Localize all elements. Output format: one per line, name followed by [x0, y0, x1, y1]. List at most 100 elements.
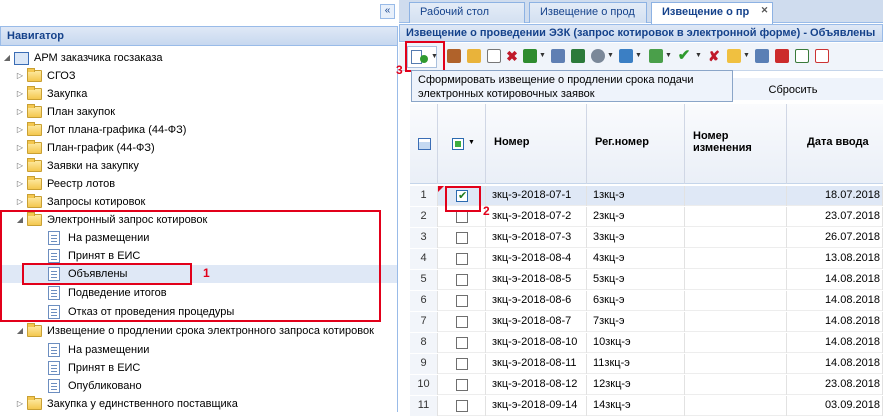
folder-icon [27, 323, 42, 337]
tree-node[interactable]: ◢ АРМ заказчика госзаказа [0, 49, 397, 67]
approve-document-icon[interactable] [523, 49, 537, 63]
tree-node[interactable]: ▷ План закупок [0, 103, 397, 121]
expanded-arrow-icon[interactable]: ◢ [15, 322, 25, 340]
row-checkbox[interactable] [456, 316, 468, 328]
cell-change-number [685, 270, 787, 290]
reject-icon[interactable]: ✘ [707, 49, 721, 63]
tree-node-label: Принят в ЕИС [68, 362, 141, 374]
expanded-arrow-icon[interactable]: ◢ [2, 49, 12, 67]
row-checkbox[interactable] [456, 358, 468, 370]
send-icon[interactable] [649, 49, 663, 63]
dropdown-arrow-icon[interactable]: ▼ [695, 52, 702, 59]
column-chooser[interactable] [410, 104, 438, 184]
row-checkbox[interactable] [456, 295, 468, 307]
table-row[interactable]: 10 зкц-э-2018-08-12 12зкц-э 23.08.2018 [410, 375, 883, 395]
table-row[interactable]: 9 зкц-э-2018-08-11 11зкц-э 14.08.2018 [410, 354, 883, 374]
excel-icon[interactable] [571, 49, 585, 63]
tree-node[interactable]: ▷ Запросы котировок [0, 193, 397, 211]
dropdown-arrow-icon[interactable]: ▼ [743, 52, 750, 59]
toolbar: ▼ ✖ ▼ ▼ ▼ ▼ ✔ ▼ ✘ ▼ [399, 43, 883, 71]
reset-button[interactable]: Сбросить [733, 80, 853, 100]
signed-document-icon[interactable] [795, 49, 809, 63]
tree-node-label: Запросы котировок [47, 196, 146, 208]
tree-node[interactable]: Принят в ЕИС [0, 359, 397, 377]
row-checkbox[interactable] [456, 400, 468, 412]
collapse-left-icon[interactable]: « [380, 4, 395, 19]
tree-node[interactable]: На размещении [0, 341, 397, 359]
select-all-header[interactable]: ▼ [438, 104, 486, 184]
tree-node[interactable]: Опубликовано [0, 377, 397, 395]
collapsed-arrow-icon[interactable]: ▷ [15, 157, 25, 175]
collapsed-arrow-icon[interactable]: ▷ [15, 121, 25, 139]
annotation-number-3: 3 [396, 63, 403, 77]
delete-icon[interactable]: ✖ [505, 49, 519, 63]
dropdown-arrow-icon[interactable]: ▼ [539, 52, 546, 59]
tab-quotation-notice[interactable]: Извещение о пр ✕ [651, 2, 773, 24]
annotation-number-2: 2 [483, 204, 490, 218]
collapsed-arrow-icon[interactable]: ▷ [15, 85, 25, 103]
tree-node[interactable]: ▷ СГОЗ [0, 67, 397, 85]
edit-icon[interactable] [467, 49, 481, 63]
cell-number: зкц-э-2018-07-2 [486, 207, 587, 227]
check-icon[interactable]: ✔ [677, 48, 691, 63]
dropdown-arrow-icon[interactable]: ▼ [607, 52, 614, 59]
dropdown-arrow-icon[interactable]: ▼ [468, 139, 475, 146]
cell-reg-number: 7зкц-э [587, 312, 685, 332]
close-icon[interactable]: ✕ [759, 5, 770, 16]
navigator-title: Навигатор [0, 26, 398, 46]
collapsed-arrow-icon[interactable]: ▷ [15, 103, 25, 121]
table-row[interactable]: 3 зкц-э-2018-07-3 3зкц-э 26.07.2018 [410, 228, 883, 248]
collapsed-arrow-icon[interactable]: ▷ [15, 193, 25, 211]
collapsed-arrow-icon[interactable]: ▷ [15, 67, 25, 85]
select-all-checkbox[interactable] [452, 138, 464, 150]
table-row[interactable]: 5 зкц-э-2018-08-5 5зкц-э 14.08.2018 [410, 270, 883, 290]
tree-node-label: Заявки на закупку [47, 160, 139, 172]
tree-node[interactable]: ▷ План-график (44-ФЗ) [0, 139, 397, 157]
dropdown-arrow-icon[interactable]: ▼ [635, 52, 642, 59]
cell-number: зкц-э-2018-08-7 [486, 312, 587, 332]
collapsed-arrow-icon[interactable]: ▷ [15, 395, 25, 413]
column-change-number[interactable]: Номер изменения [685, 104, 787, 184]
cancel-document-icon[interactable] [815, 49, 829, 63]
column-reg-number[interactable]: Рег.номер [587, 104, 685, 184]
table-row[interactable]: 6 зкц-э-2018-08-6 6зкц-э 14.08.2018 [410, 291, 883, 311]
collapsed-arrow-icon[interactable]: ▷ [15, 175, 25, 193]
cell-change-number [685, 228, 787, 248]
collapsed-arrow-icon[interactable]: ▷ [15, 139, 25, 157]
attachment-icon[interactable] [591, 49, 605, 63]
tree-node[interactable]: ▷ Закупка [0, 85, 397, 103]
dropdown-arrow-icon[interactable]: ▼ [665, 52, 672, 59]
tree-node[interactable]: ▷ Заявки на закупку [0, 157, 397, 175]
note-icon[interactable] [727, 49, 741, 63]
table-row[interactable]: 7 зкц-э-2018-08-7 7зкц-э 14.08.2018 [410, 312, 883, 332]
workstation-icon [14, 52, 29, 65]
row-checkbox[interactable] [456, 253, 468, 265]
print-icon[interactable] [619, 49, 633, 63]
tree-node-label: Опубликовано [68, 380, 142, 392]
table-row[interactable]: 11 зкц-э-2018-09-14 14зкц-э 03.09.2018 [410, 396, 883, 416]
row-number: 2 [410, 207, 438, 227]
hammer-icon[interactable] [447, 49, 461, 63]
column-number[interactable]: Номер [486, 104, 587, 184]
tab-label: Рабочий стол [420, 6, 490, 18]
tree-node[interactable]: ▷ Закупка у единственного поставщика [0, 395, 397, 413]
highlight-box-announced [22, 263, 192, 285]
highlight-box-checkbox [445, 186, 481, 212]
row-checkbox[interactable] [456, 232, 468, 244]
stop-icon[interactable] [775, 49, 789, 63]
tree-node[interactable]: ▷ Реестр лотов [0, 175, 397, 193]
table-row[interactable]: 8 зкц-э-2018-08-10 10зкц-э 14.08.2018 [410, 333, 883, 353]
tree-node[interactable]: ▷ Лот плана-графика (44-ФЗ) [0, 121, 397, 139]
row-checkbox[interactable] [456, 211, 468, 223]
row-checkbox[interactable] [456, 379, 468, 391]
new-document-icon[interactable] [487, 49, 501, 63]
export-icon[interactable] [551, 49, 565, 63]
table-row[interactable]: 4 зкц-э-2018-08-4 4зкц-э 13.08.2018 [410, 249, 883, 269]
column-entry-date[interactable]: Дата ввода [787, 104, 883, 184]
row-checkbox[interactable] [456, 274, 468, 286]
tree-node[interactable]: ◢ Извещение о продлении срока электронног… [0, 322, 397, 340]
tab-extension-notice[interactable]: Извещение о прод [529, 2, 647, 23]
tab-desktop[interactable]: Рабочий стол [409, 2, 525, 23]
row-checkbox[interactable] [456, 337, 468, 349]
move-icon[interactable] [755, 49, 769, 63]
